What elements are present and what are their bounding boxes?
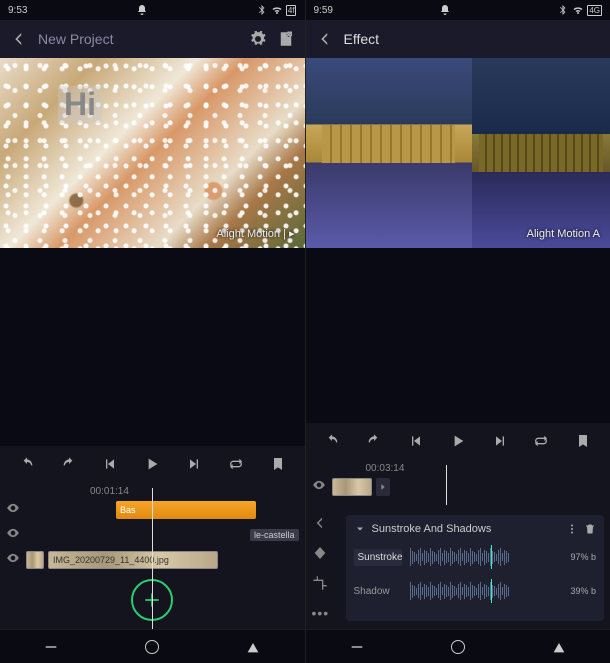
clip-orange[interactable]: Bas — [116, 501, 256, 519]
wifi-icon — [572, 4, 584, 16]
back-icon[interactable] — [312, 515, 328, 531]
param-value: 97% b — [566, 552, 596, 562]
clip-tag[interactable]: le-castella — [250, 529, 299, 541]
watermark: Alight Motion | ▸ — [216, 227, 294, 240]
redo-icon[interactable] — [366, 433, 382, 449]
status-time: 9:53 — [8, 5, 27, 16]
nav-bar — [306, 629, 610, 663]
signal-badge: 4G — [587, 5, 602, 16]
preview-area[interactable]: Hi Alight Motion | ▸ — [0, 58, 305, 248]
playback-toolbar — [306, 423, 610, 459]
bluetooth-icon — [557, 4, 569, 16]
project-title[interactable]: New Project — [38, 31, 239, 47]
nav-home-icon[interactable] — [145, 640, 159, 654]
nav-home-icon[interactable] — [451, 640, 465, 654]
playhead[interactable] — [446, 465, 447, 505]
bookmark-icon[interactable] — [270, 456, 286, 472]
clip-label: Bas — [120, 505, 136, 515]
alarm-icon — [136, 4, 148, 16]
effect-param-row[interactable]: Shadow 39% b — [354, 579, 597, 603]
watermark: Alight Motion A — [527, 228, 600, 240]
timecode: 00:01:14 — [90, 482, 305, 499]
caret-down-icon[interactable] — [354, 523, 366, 535]
skip-end-icon[interactable] — [186, 456, 202, 472]
clip-thumb[interactable] — [26, 551, 44, 569]
preview-area[interactable]: Alight Motion A — [306, 58, 610, 248]
skip-start-icon[interactable] — [102, 456, 118, 472]
nav-back-icon[interactable] — [551, 639, 567, 655]
clip-image[interactable]: IMG_20200729_11_4400.jpg — [48, 551, 218, 569]
param-value: 39% b — [566, 586, 596, 596]
title-bar: New Project — [0, 20, 305, 58]
visibility-toggle[interactable] — [6, 551, 22, 570]
preview-image — [306, 58, 610, 248]
play-icon[interactable] — [144, 456, 160, 472]
clip-thumb[interactable] — [332, 478, 372, 496]
timeline[interactable]: 00:03:14 ••• Sunstroke And Shadows Sunst… — [306, 459, 610, 629]
visibility-toggle[interactable] — [312, 478, 328, 497]
clip-expand[interactable] — [376, 478, 390, 496]
visibility-toggle[interactable] — [6, 526, 22, 545]
status-icons — [136, 4, 148, 16]
chevron-right-icon — [378, 482, 388, 492]
screen-title: Effect — [344, 31, 601, 47]
effect-side-tools: ••• — [312, 515, 330, 621]
status-bar: 9:59 4G — [306, 0, 610, 20]
wifi-icon — [271, 4, 283, 16]
redo-icon[interactable] — [61, 456, 77, 472]
nav-menu-icon[interactable] — [349, 639, 365, 655]
play-icon[interactable] — [450, 433, 466, 449]
status-right: 4G — [557, 4, 602, 16]
export-icon[interactable] — [277, 30, 295, 48]
skip-start-icon[interactable] — [408, 433, 424, 449]
param-label[interactable]: Sunstroke — [354, 549, 402, 566]
undo-icon[interactable] — [19, 456, 35, 472]
timecode: 00:03:14 — [366, 459, 610, 476]
eye-icon — [6, 526, 20, 540]
nav-menu-icon[interactable] — [43, 639, 59, 655]
track-1[interactable] — [306, 476, 610, 498]
skip-end-icon[interactable] — [492, 433, 508, 449]
loop-icon[interactable] — [228, 456, 244, 472]
eye-icon — [6, 551, 20, 565]
menu-icon[interactable] — [566, 523, 578, 535]
visibility-toggle[interactable] — [6, 501, 22, 520]
status-right: 4f — [256, 4, 297, 16]
param-label[interactable]: Shadow — [354, 586, 402, 597]
param-slider[interactable] — [410, 579, 559, 603]
preview-image — [0, 58, 305, 248]
more-icon[interactable]: ••• — [312, 605, 330, 621]
status-time: 9:59 — [314, 5, 333, 16]
nav-back-icon[interactable] — [245, 639, 261, 655]
eye-icon — [6, 501, 20, 515]
overlay-text: Hi — [58, 86, 102, 123]
undo-icon[interactable] — [324, 433, 340, 449]
param-slider[interactable] — [410, 545, 559, 569]
eye-icon — [312, 478, 326, 492]
playback-toolbar — [0, 446, 305, 482]
bookmark-icon[interactable] — [575, 433, 591, 449]
status-icons — [439, 4, 451, 16]
back-icon[interactable] — [316, 30, 334, 48]
title-bar: Effect — [306, 20, 610, 58]
loop-icon[interactable] — [533, 433, 549, 449]
delete-icon[interactable] — [584, 523, 596, 535]
effect-name[interactable]: Sunstroke And Shadows — [372, 523, 561, 535]
back-icon[interactable] — [10, 30, 28, 48]
effect-param-row[interactable]: Sunstroke 97% b — [354, 545, 597, 569]
nav-bar — [0, 629, 305, 663]
timeline[interactable]: 00:01:14 Bas le-castella IMG_20200729_11… — [0, 482, 305, 629]
bluetooth-icon — [256, 4, 268, 16]
alarm-icon — [439, 4, 451, 16]
keyframe-icon[interactable] — [312, 545, 328, 561]
status-bar: 9:53 4f — [0, 0, 305, 20]
playhead[interactable] — [152, 488, 153, 629]
gear-icon[interactable] — [249, 30, 267, 48]
signal-badge: 4f — [286, 5, 297, 16]
effect-panel: Sunstroke And Shadows Sunstroke 97% b Sh… — [346, 515, 605, 621]
crop-icon[interactable] — [312, 575, 328, 591]
